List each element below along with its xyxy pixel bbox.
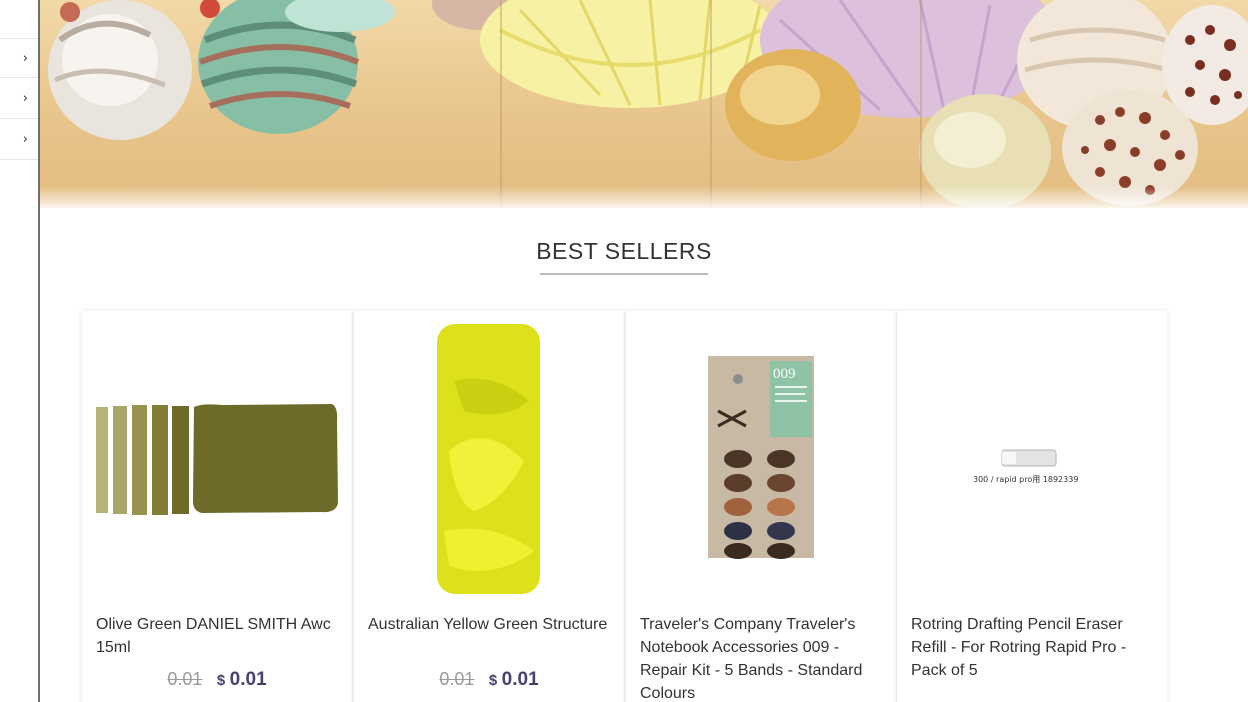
product-image[interactable]	[354, 311, 624, 601]
product-card[interactable]: Olive Green DANIEL SMITH Awc 15ml 0.01 $…	[82, 311, 352, 702]
old-price: 0.01	[167, 669, 203, 689]
old-price: 0.01	[439, 669, 475, 689]
price-row: 0.01 $ 0.01	[354, 669, 624, 691]
product-card[interactable]: 300 / rapid pro用 1892339 Rotring Draftin…	[897, 311, 1167, 702]
product-card[interactable]: Australian Yellow Green Structure 0.01 $…	[354, 311, 624, 702]
product-image[interactable]: 009	[626, 311, 896, 601]
product-image[interactable]: 300 / rapid pro用 1892339	[897, 311, 1167, 601]
sale-price: 0.01	[501, 669, 539, 690]
sidebar-item[interactable]: ›	[0, 120, 38, 160]
product-name[interactable]: Australian Yellow Green Structure	[368, 613, 613, 636]
category-sidebar: › › ›	[0, 0, 40, 702]
product-card[interactable]: 009 Traveler's Company Traveler's Notebo…	[626, 311, 896, 702]
title-underline	[540, 273, 708, 275]
seashells-image	[48, 0, 1248, 208]
chevron-right-icon: ›	[22, 91, 28, 106]
product-image[interactable]	[82, 311, 352, 601]
chevron-right-icon: ›	[22, 50, 28, 66]
product-name[interactable]: Traveler's Company Traveler's Notebook A…	[640, 613, 885, 702]
kit-label: 009	[773, 366, 796, 382]
product-image-caption: 300 / rapid pro用 1892339	[973, 475, 1078, 484]
sidebar-item[interactable]: ›	[0, 38, 38, 78]
product-name[interactable]: Rotring Drafting Pencil Eraser Refill - …	[911, 613, 1156, 682]
section-title: BEST SELLERS	[536, 238, 712, 264]
product-name[interactable]: Olive Green DANIEL SMITH Awc 15ml	[96, 613, 341, 659]
price-row: 0.01 $ 0.01	[82, 669, 352, 691]
currency-symbol: $	[216, 672, 226, 689]
chevron-right-icon: ›	[22, 132, 28, 147]
currency-symbol: $	[488, 672, 498, 689]
sale-price: 0.01	[229, 669, 267, 690]
sidebar-item[interactable]: ›	[0, 79, 38, 119]
hero-banner[interactable]	[40, 0, 1248, 208]
